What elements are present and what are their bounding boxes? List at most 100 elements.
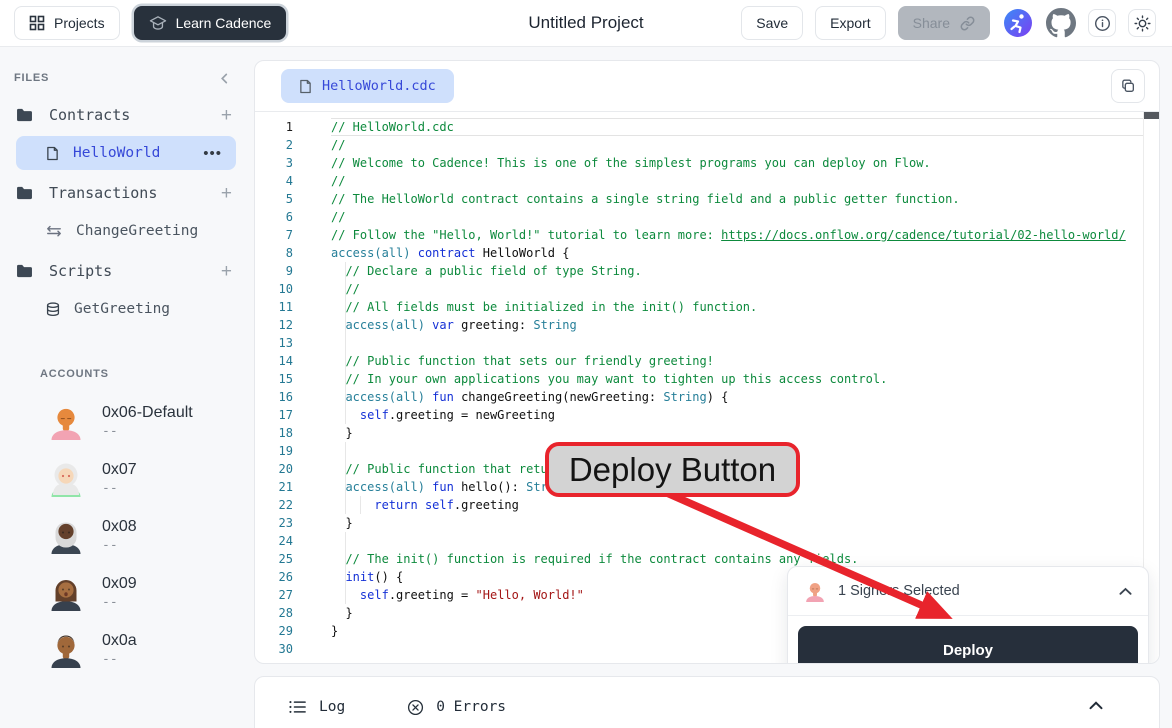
code-line-content[interactable]: // Declare a public field of type String… <box>331 262 1144 280</box>
indent-guide <box>345 406 346 424</box>
code-line-content[interactable]: // HelloWorld.cdc <box>331 118 1144 136</box>
log-panel: Log 0 Errors <box>254 676 1160 728</box>
add-file-button[interactable]: + <box>217 106 236 125</box>
code-line-content[interactable]: access(all) fun changeGreeting(newGreeti… <box>331 388 1144 406</box>
account-item-0x07[interactable]: 0x07 -- <box>48 455 252 502</box>
code-line-content[interactable]: // All fields must be initialized in the… <box>331 298 1144 316</box>
code-line-content[interactable] <box>331 334 1144 352</box>
code-line-content[interactable]: access(all) fun hello(): String { <box>331 478 1144 496</box>
add-file-button[interactable]: + <box>217 184 236 203</box>
share-button[interactable]: Share <box>898 6 990 40</box>
indent-guide <box>345 586 346 604</box>
file-item-changegreeting[interactable]: ChangeGreeting <box>16 214 236 248</box>
code-line-content[interactable]: // <box>331 172 1144 190</box>
github-button[interactable] <box>1045 8 1076 39</box>
code-line-content[interactable]: access(all) contract HelloWorld { <box>331 244 1144 262</box>
folder-label: Transactions <box>49 184 157 202</box>
signers-label: 1 Signers Selected <box>838 583 960 599</box>
contract-file-icon <box>299 79 312 94</box>
export-button[interactable]: Export <box>815 6 885 40</box>
code-line-content[interactable]: access(all) var greeting: String <box>331 316 1144 334</box>
code-line-15: 15 // In your own applications you may w… <box>255 370 1144 388</box>
file-item-getgreeting[interactable]: GetGreeting <box>16 292 236 326</box>
code-line-content[interactable] <box>331 532 1144 550</box>
deploy-button[interactable]: Deploy <box>798 626 1138 664</box>
code-line-22: 22 return self.greeting <box>255 496 1144 514</box>
account-avatar <box>48 575 84 611</box>
code-line-content[interactable]: // Public function that returns our frie… <box>331 460 1144 478</box>
info-button[interactable] <box>1088 9 1116 37</box>
learn-cadence-label: Learn Cadence <box>176 15 272 31</box>
code-line-content[interactable]: // Welcome to Cadence! This is one of th… <box>331 154 1144 172</box>
transaction-icon <box>46 225 62 237</box>
code-line-19: 19 <box>255 442 1144 460</box>
account-item-0x06-default[interactable]: 0x06-Default -- <box>48 398 252 445</box>
code-line-content[interactable]: // <box>331 280 1144 298</box>
code-line-12: 12 access(all) var greeting: String <box>255 316 1144 334</box>
code-link[interactable]: https://docs.onflow.org/cadence/tutorial… <box>721 228 1126 242</box>
chevron-up-icon[interactable] <box>1089 701 1103 710</box>
add-file-button[interactable]: + <box>217 262 236 281</box>
code-line-content[interactable]: // In your own applications you may want… <box>331 370 1144 388</box>
account-item-0x09[interactable]: 0x09 -- <box>48 569 252 616</box>
code-line-content[interactable]: return self.greeting <box>331 496 1144 514</box>
line-number: 20 <box>255 460 293 478</box>
account-item-0x08[interactable]: 0x08 -- <box>48 512 252 559</box>
save-button[interactable]: Save <box>741 6 803 40</box>
indent-guide <box>345 460 346 478</box>
contract-icon <box>46 146 59 161</box>
projects-button[interactable]: Projects <box>14 6 120 40</box>
tab-helloworld-cdc[interactable]: HelloWorld.cdc <box>281 69 454 103</box>
code-line-content[interactable]: // <box>331 136 1144 154</box>
chevron-up-icon[interactable] <box>1119 587 1132 596</box>
indent-guide <box>345 388 346 406</box>
theme-toggle-button[interactable] <box>1128 9 1156 37</box>
indent-guide <box>345 316 346 334</box>
line-number: 18 <box>255 424 293 442</box>
file-menu-button[interactable]: ••• <box>203 145 222 162</box>
line-number: 15 <box>255 370 293 388</box>
line-number: 3 <box>255 154 293 172</box>
copy-code-button[interactable] <box>1111 69 1145 103</box>
editor-tab-bar: HelloWorld.cdc <box>255 61 1159 112</box>
line-number: 22 <box>255 496 293 514</box>
learn-cadence-button[interactable]: Learn Cadence <box>134 6 287 40</box>
account-item-0x0a[interactable]: 0x0a -- <box>48 626 252 673</box>
account-balance: -- <box>102 424 193 439</box>
grid-icon <box>29 15 45 31</box>
line-number: 1 <box>255 118 293 136</box>
code-line-content[interactable]: // <box>331 208 1144 226</box>
code-line-content[interactable]: } <box>331 514 1144 532</box>
line-number: 6 <box>255 208 293 226</box>
code-line-content[interactable] <box>331 442 1144 460</box>
scrollbar-thumb[interactable] <box>1144 112 1159 119</box>
folder-icon <box>16 264 33 278</box>
flow-runner-button[interactable] <box>1002 8 1033 39</box>
code-line-11: 11 // All fields must be initialized in … <box>255 298 1144 316</box>
line-number: 11 <box>255 298 293 316</box>
account-balance: -- <box>102 652 137 667</box>
account-avatar <box>48 461 84 497</box>
folder-transactions[interactable]: Transactions + <box>16 178 236 208</box>
account-avatar <box>48 518 84 554</box>
file-item-helloworld[interactable]: HelloWorld••• <box>16 136 236 170</box>
indent-guide <box>345 298 346 316</box>
code-line-content[interactable]: // The HelloWorld contract contains a si… <box>331 190 1144 208</box>
folder-scripts[interactable]: Scripts + <box>16 256 236 286</box>
signers-header[interactable]: 1 Signers Selected <box>788 567 1148 616</box>
code-line-content[interactable]: } <box>331 424 1144 442</box>
share-label: Share <box>913 15 950 31</box>
info-icon <box>1094 15 1111 32</box>
code-line-content[interactable]: // Public function that sets our friendl… <box>331 352 1144 370</box>
code-line-content[interactable]: // Follow the "Hello, World!" tutorial t… <box>331 226 1144 244</box>
code-line-23: 23 } <box>255 514 1144 532</box>
sun-icon <box>1134 15 1151 32</box>
folder-label: Contracts <box>49 106 130 124</box>
collapse-sidebar-icon[interactable] <box>219 73 230 84</box>
indent-guide <box>345 568 346 586</box>
code-line-content[interactable]: self.greeting = newGreeting <box>331 406 1144 424</box>
folder-contracts[interactable]: Contracts + <box>16 100 236 130</box>
log-toggle[interactable]: Log <box>289 699 345 715</box>
line-number: 26 <box>255 568 293 586</box>
line-number: 30 <box>255 640 293 658</box>
